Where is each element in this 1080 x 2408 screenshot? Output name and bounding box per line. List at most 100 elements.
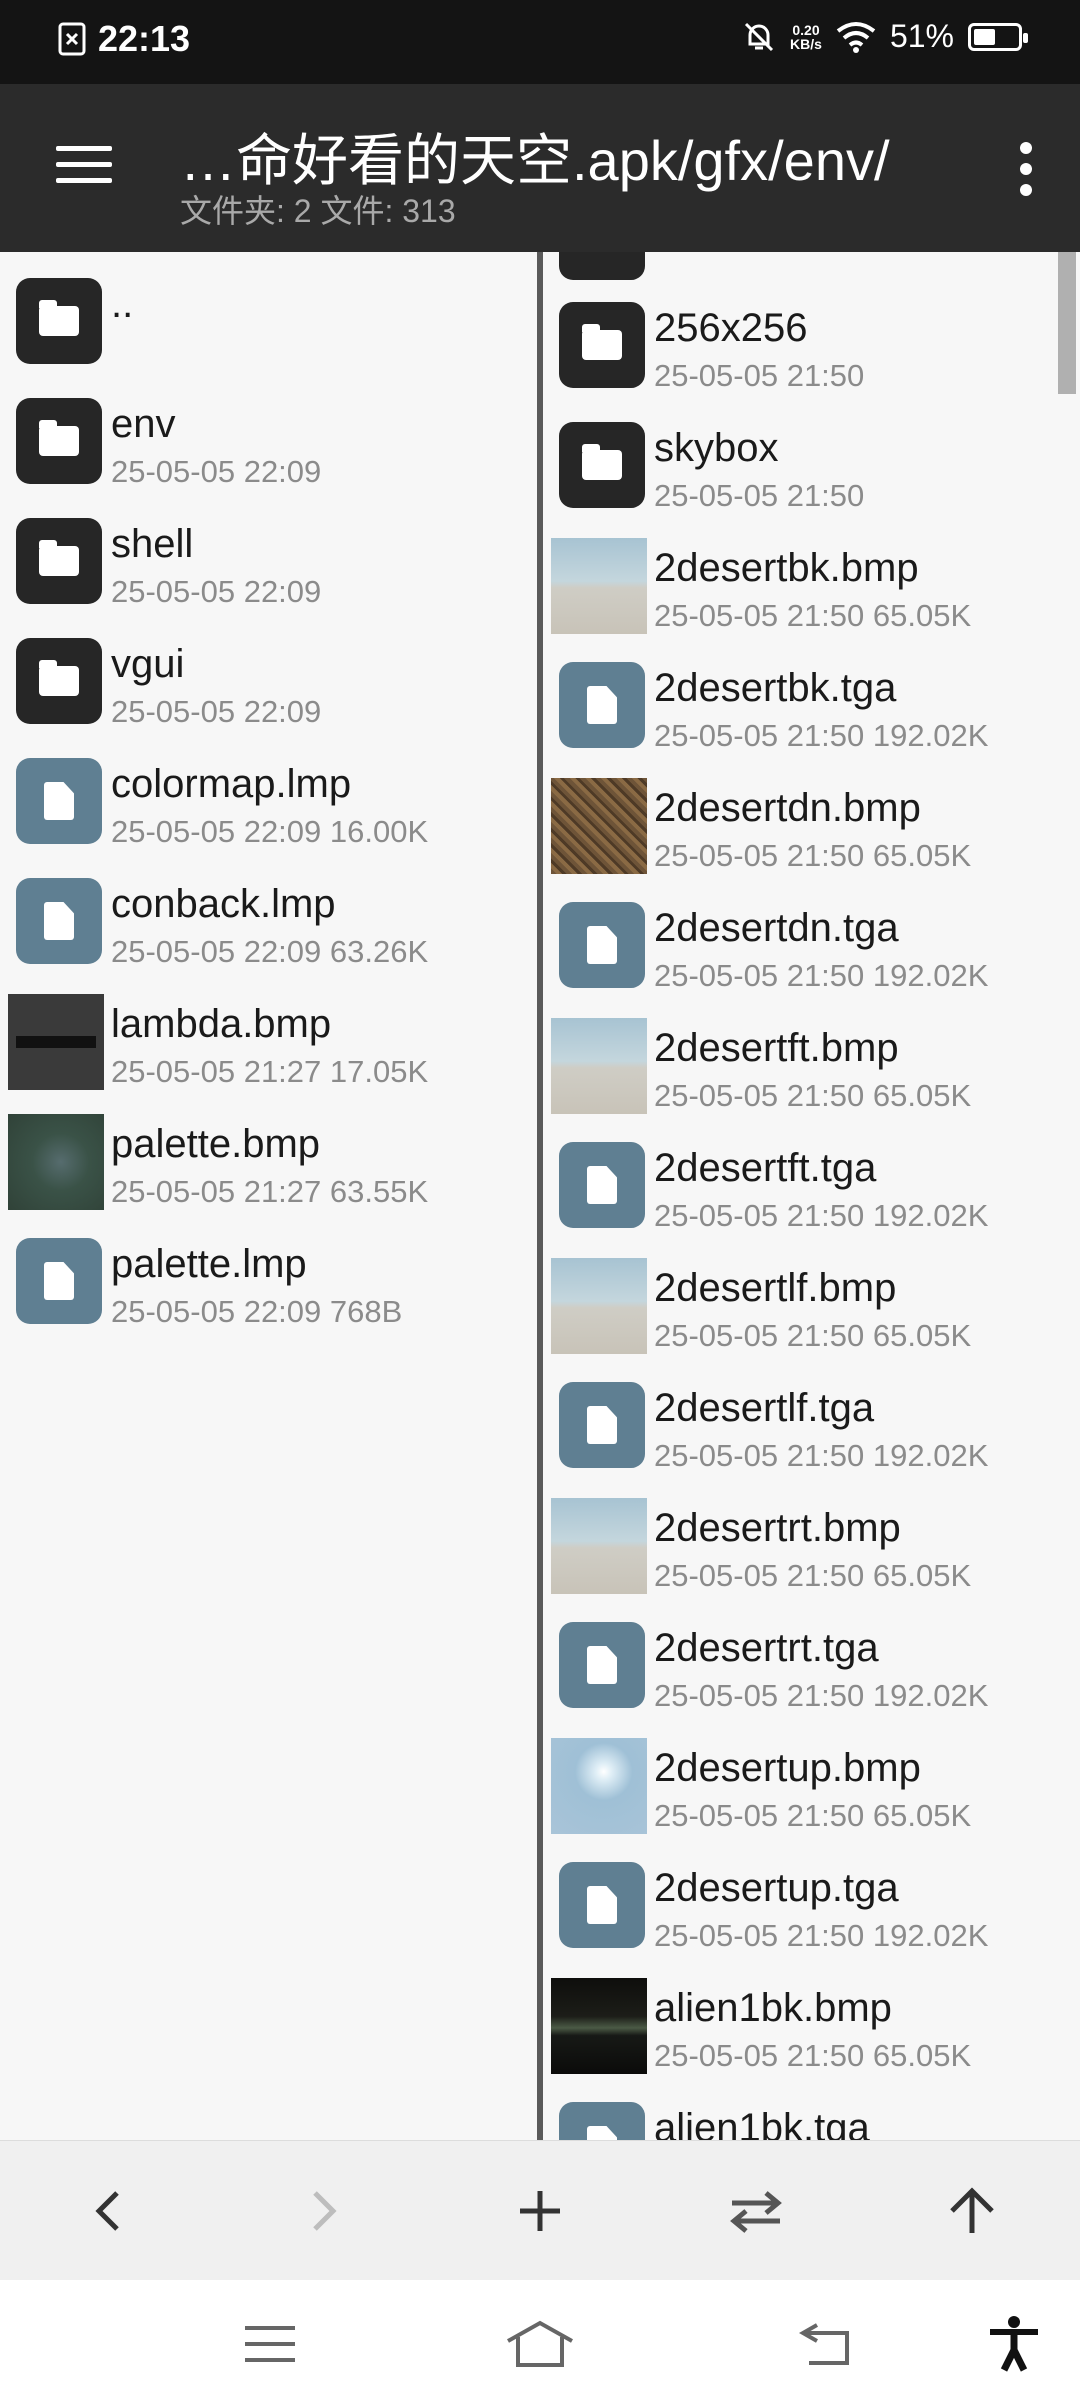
image-thumbnail (551, 1738, 647, 1834)
list-item[interactable]: .. (0, 264, 537, 384)
right-file-pane[interactable]: 256x256 25-05-05 21:50 skybox 25-05-05 21:5… (543, 252, 1080, 2140)
folder-icon (559, 422, 645, 508)
list-item[interactable]: 2desertdn.tga 25-05-05 21:50 192.02K (543, 888, 1080, 1008)
file-meta: 25-05-05 21:50 (654, 478, 865, 513)
file-meta: 25-05-05 21:27 63.55K (111, 1174, 429, 1209)
list-item[interactable]: 2desertlf.bmp 25-05-05 21:50 65.05K (543, 1248, 1080, 1368)
file-icon (559, 902, 645, 988)
file-icon (559, 662, 645, 748)
file-meta: 25-05-05 21:50 192.02K (654, 1198, 989, 1233)
file-name: 2desertbk.bmp (654, 546, 919, 590)
list-item[interactable]: 2desertup.tga 25-05-05 21:50 192.02K (543, 1848, 1080, 1968)
folder-icon (16, 638, 102, 724)
clock: 22:13 (98, 18, 191, 59)
chevron-right-icon (313, 2191, 337, 2231)
image-thumbnail (551, 538, 647, 634)
notification-file-icon (58, 22, 86, 56)
folder-icon (16, 398, 102, 484)
system-nav-bar (0, 2280, 1080, 2408)
more-vertical-icon-dot (1020, 163, 1032, 175)
list-item[interactable]: 2desertrt.bmp 25-05-05 21:50 65.05K (543, 1488, 1080, 1608)
list-item[interactable]: 2desertft.bmp 25-05-05 21:50 65.05K (543, 1008, 1080, 1128)
more-vertical-icon-dot (1020, 184, 1032, 196)
list-item[interactable]: palette.bmp 25-05-05 21:27 63.55K (0, 1104, 537, 1224)
file-name: 2desertlf.tga (654, 1386, 875, 1430)
file-meta: 25-05-05 21:50 65.05K (654, 2038, 972, 2073)
arrow-up-icon (950, 2187, 994, 2233)
file-name: shell (111, 522, 194, 566)
swap-panes-button[interactable] (724, 2179, 788, 2243)
list-item[interactable]: 256x256 25-05-05 21:50 (543, 288, 1080, 408)
swap-arrows-icon (730, 2191, 782, 2233)
list-item[interactable]: skybox 25-05-05 21:50 (543, 408, 1080, 528)
battery-icon (968, 22, 1028, 51)
scrollbar-thumb[interactable] (1058, 252, 1076, 394)
forward-button[interactable] (292, 2179, 356, 2243)
file-icon (16, 1238, 102, 1324)
new-item-button[interactable] (508, 2179, 572, 2243)
overflow-menu-button[interactable] (1016, 142, 1036, 196)
back-button[interactable] (76, 2179, 140, 2243)
list-item[interactable]: 2desertft.tga 25-05-05 21:50 192.02K (543, 1128, 1080, 1248)
accessibility-icon (990, 2316, 1038, 2372)
list-item[interactable]: shell 25-05-05 22:09 (0, 504, 537, 624)
wifi-icon (836, 21, 876, 53)
accessibility-button[interactable] (984, 2314, 1044, 2374)
app-toolbar: …命好看的天空.apk/gfx/env/ 文件夹: 2 文件: 313 (0, 84, 1080, 252)
list-item[interactable]: 2desertbk.bmp 25-05-05 21:50 65.05K (543, 528, 1080, 648)
file-icon (559, 1142, 645, 1228)
file-name: 2desertbk.tga (654, 666, 897, 710)
file-meta: 25-05-05 21:50 65.05K (654, 838, 972, 873)
file-name: 2desertrt.bmp (654, 1506, 901, 1550)
file-meta: 25-05-05 21:50 192.02K (654, 1678, 989, 1713)
image-thumbnail (551, 778, 647, 874)
menu-button[interactable] (56, 146, 112, 186)
list-item[interactable]: 2desertdn.bmp 25-05-05 21:50 65.05K (543, 768, 1080, 888)
folder-icon (559, 302, 645, 388)
list-item[interactable]: vgui 25-05-05 22:09 (0, 624, 537, 744)
recents-button[interactable] (240, 2314, 300, 2374)
hamburger-icon-line (56, 162, 112, 167)
parent-directory-button[interactable] (940, 2179, 1004, 2243)
file-icon (559, 1862, 645, 1948)
file-meta: 25-05-05 21:27 17.05K (111, 1054, 429, 1089)
file-meta: 25-05-05 21:50 65.05K (654, 1558, 972, 1593)
list-item[interactable]: conback.lmp 25-05-05 22:09 63.26K (0, 864, 537, 984)
folder-icon (16, 278, 102, 364)
list-item[interactable]: colormap.lmp 25-05-05 22:09 16.00K (0, 744, 537, 864)
file-meta: 25-05-05 21:50 65.05K (654, 598, 972, 633)
file-meta: 25-05-05 21:50 65.05K (654, 1318, 972, 1353)
folder-icon (16, 518, 102, 604)
file-meta: 25-05-05 21:50 192.02K (654, 718, 989, 753)
list-item[interactable]: 2desertbk.tga 25-05-05 21:50 192.02K (543, 648, 1080, 768)
file-name: 2desertdn.bmp (654, 786, 921, 830)
file-meta: 25-05-05 21:50 65.05K (654, 1798, 972, 1833)
file-name: skybox (654, 426, 779, 470)
file-name: palette.bmp (111, 1122, 321, 1166)
file-name: 2desertrt.tga (654, 1626, 879, 1670)
hamburger-icon-line (56, 146, 112, 151)
list-item[interactable]: alien1bk.bmp 25-05-05 21:50 65.05K (543, 1968, 1080, 2088)
chevron-left-icon (95, 2191, 119, 2231)
list-item[interactable]: alien1bk.tga (543, 2088, 1080, 2140)
system-back-button[interactable] (796, 2314, 856, 2374)
list-item[interactable]: 2desertlf.tga 25-05-05 21:50 192.02K (543, 1368, 1080, 1488)
list-item[interactable]: lambda.bmp 25-05-05 21:27 17.05K (0, 984, 537, 1104)
list-item[interactable]: 2desertrt.tga 25-05-05 21:50 192.02K (543, 1608, 1080, 1728)
image-thumbnail (551, 1018, 647, 1114)
image-thumbnail (551, 1258, 647, 1354)
file-name: lambda.bmp (111, 1002, 332, 1046)
file-name: 2desertft.bmp (654, 1026, 899, 1070)
file-name: 2desertdn.tga (654, 906, 899, 950)
more-vertical-icon-dot (1020, 142, 1032, 154)
file-name: .. (111, 282, 134, 326)
image-thumbnail (8, 994, 104, 1090)
left-file-pane[interactable]: .. env 25-05-05 22:09 shell 25-05-05 22:09 vg… (0, 252, 537, 2140)
list-item[interactable]: 2desertup.bmp 25-05-05 21:50 65.05K (543, 1728, 1080, 1848)
file-meta: 25-05-05 22:09 16.00K (111, 814, 429, 849)
list-item[interactable]: palette.lmp 25-05-05 22:09 768B (0, 1224, 537, 1344)
list-item[interactable]: env 25-05-05 22:09 (0, 384, 537, 504)
home-button[interactable] (504, 2314, 576, 2374)
bottom-action-bar (0, 2140, 1080, 2280)
image-thumbnail (551, 1978, 647, 2074)
